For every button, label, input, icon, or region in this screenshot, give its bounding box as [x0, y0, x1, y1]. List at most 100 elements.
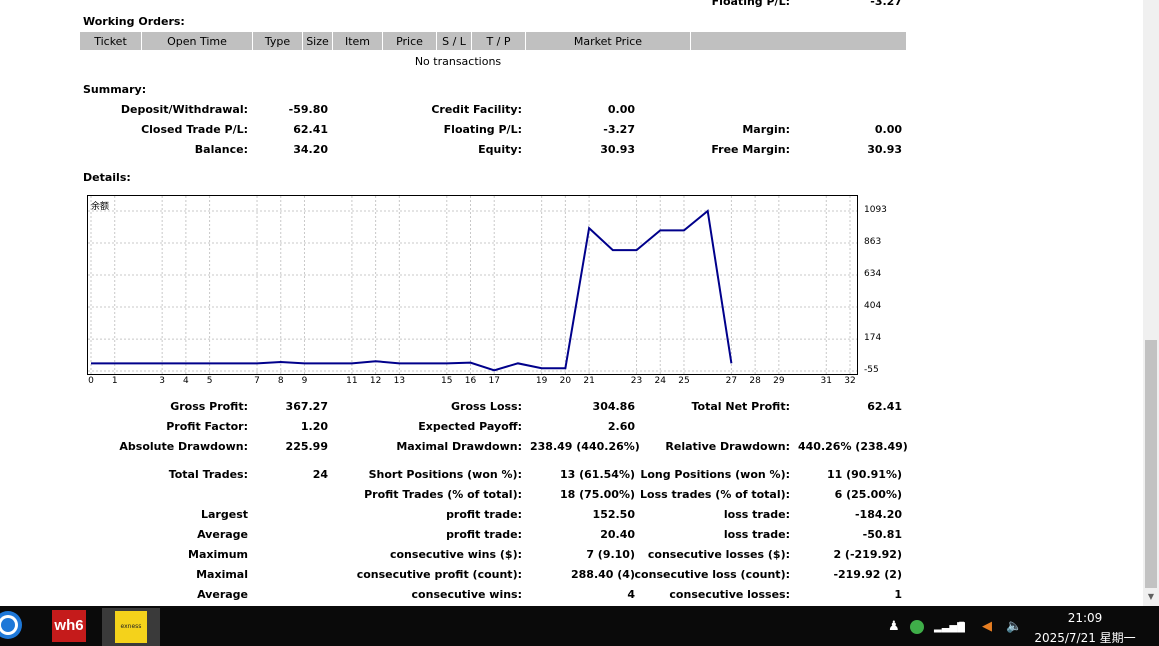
loss-trades-label: Loss trades (% of total): [640, 488, 791, 501]
deposit-label: Deposit/Withdrawal: [120, 103, 248, 116]
y-tick-label: -55 [864, 365, 879, 375]
x-tick-label: 19 [535, 376, 548, 386]
maximal-cons-loss-label: consecutive loss (count): [634, 568, 790, 581]
report-page: Floating P/L: -3.27 Working Orders: Tick… [0, 0, 1143, 606]
avg-loss-value: -50.81 [862, 528, 902, 541]
x-tick-label: 29 [773, 376, 785, 386]
total-trades-value: 24 [312, 468, 328, 481]
notification-icon[interactable]: ◀ [982, 619, 992, 634]
no-transactions-text: No transactions [414, 55, 502, 68]
volume-icon[interactable]: 🔈 [1006, 619, 1022, 634]
gross-loss-label: Gross Loss: [451, 400, 522, 413]
col-type[interactable]: Type [253, 32, 303, 50]
loss-trades-value: 6 (25.00%) [834, 488, 902, 501]
total-net-value: 62.41 [867, 400, 902, 413]
clock-date[interactable]: 2025/7/21 星期一 [1030, 629, 1140, 646]
col-open-time[interactable]: Open Time [142, 32, 253, 50]
avg-cons-wins-value: 4 [627, 588, 635, 601]
largest-loss-label: loss trade: [723, 508, 790, 521]
max-cons-wins-label: consecutive wins ($): [389, 548, 522, 561]
x-tick-label: 27 [725, 376, 738, 386]
x-tick-label: 8 [277, 376, 284, 386]
profit-trades-label: Profit Trades (% of total): [364, 488, 522, 501]
working-orders-title: Working Orders: [83, 15, 185, 28]
col-market-price[interactable]: Market Price [526, 32, 691, 50]
balance-label: Balance: [194, 143, 248, 156]
abs-drawdown-value: 225.99 [285, 440, 328, 453]
x-tick-label: 31 [820, 376, 832, 386]
x-tick-label: 20 [559, 376, 572, 386]
x-tick-label: 25 [678, 376, 690, 386]
total-trades-label: Total Trades: [168, 468, 248, 481]
long-positions-value: 11 (90.91%) [826, 468, 902, 481]
expected-payoff-label: Expected Payoff: [418, 420, 522, 433]
x-tick-label: 24 [654, 376, 666, 386]
gross-profit-value: 367.27 [285, 400, 328, 413]
x-tick-label: 9 [301, 376, 308, 386]
x-tick-label: 4 [183, 376, 189, 386]
tray-app-icon[interactable]: ♟ [888, 619, 900, 634]
col-size[interactable]: Size [303, 32, 333, 50]
gross-profit-label: Gross Profit: [170, 400, 248, 413]
floating-pl-value: -3.27 [603, 123, 635, 136]
x-tick-label: 3 [159, 376, 166, 386]
start-logo-core [1, 618, 15, 632]
taskbar-app-wh6[interactable]: wh6 [52, 610, 86, 642]
max-drawdown-label: Maximal Drawdown: [396, 440, 522, 453]
profit-factor-value: 1.20 [300, 420, 328, 433]
col-price[interactable]: Price [383, 32, 437, 50]
free-margin-label: Free Margin: [711, 143, 790, 156]
taskbar-app-exness[interactable]: exness [115, 611, 147, 643]
expected-payoff-value: 2.60 [607, 420, 635, 433]
largest-profit-label: profit trade: [446, 508, 522, 521]
col-sl[interactable]: S / L [437, 32, 472, 50]
x-tick-label: 1 [111, 376, 118, 386]
avg-cons-losses-label: consecutive losses: [669, 588, 790, 601]
x-tick-label: 23 [630, 376, 643, 386]
max-drawdown-value: 238.49 (440.26%) [530, 440, 640, 453]
col-item[interactable]: Item [333, 32, 383, 50]
maximal-cons-loss-value: -219.92 (2) [833, 568, 902, 581]
x-tick-label: 11 [346, 376, 358, 386]
scroll-down-arrow-icon[interactable]: ▼ [1146, 592, 1156, 602]
col-ticket[interactable]: Ticket [80, 32, 142, 50]
maximal-cons-profit-label: consecutive profit (count): [356, 568, 522, 581]
gross-loss-value: 304.86 [592, 400, 635, 413]
x-tick-label: 15 [441, 376, 453, 386]
largest-loss-value: -184.20 [854, 508, 902, 521]
profit-factor-label: Profit Factor: [166, 420, 248, 433]
x-tick-label: 7 [254, 376, 260, 386]
margin-label: Margin: [742, 123, 790, 136]
avg-cons-wins-label: consecutive wins: [411, 588, 522, 601]
short-positions-label: Short Positions (won %): [368, 468, 522, 481]
top-floating-value: -3.27 [870, 0, 902, 8]
max-cons-losses-value: 2 (-219.92) [833, 548, 902, 561]
free-margin-value: 30.93 [867, 143, 902, 156]
ime-icon[interactable] [910, 620, 924, 634]
col-tp[interactable]: T / P [472, 32, 526, 50]
abs-drawdown-label: Absolute Drawdown: [119, 440, 248, 453]
floating-pl-label: Floating P/L: [443, 123, 522, 136]
x-tick-label: 28 [749, 376, 761, 386]
equity-label: Equity: [478, 143, 522, 156]
clock-time[interactable]: 21:09 [1040, 611, 1130, 625]
average-label: Average [197, 528, 248, 541]
long-positions-label: Long Positions (won %): [640, 468, 790, 481]
y-tick-label: 1093 [864, 205, 887, 215]
battery-icon[interactable]: ▯ [958, 619, 965, 634]
deposit-value: -59.80 [288, 103, 328, 116]
scrollbar-thumb[interactable] [1145, 340, 1157, 588]
x-tick-label: 0 [88, 376, 94, 386]
x-tick-label: 5 [206, 376, 213, 386]
balance-chart: 余额 [87, 195, 858, 375]
x-tick-label: 32 [844, 376, 856, 386]
avg-profit-value: 20.40 [600, 528, 635, 541]
credit-label: Credit Facility: [431, 103, 522, 116]
y-tick-label: 634 [864, 268, 882, 279]
x-tick-label: 12 [369, 376, 382, 386]
equity-value: 30.93 [600, 143, 635, 156]
y-tick-label: 863 [864, 237, 882, 248]
credit-value: 0.00 [607, 103, 635, 116]
x-tick-label: 13 [393, 376, 406, 386]
y-tick-label: 174 [864, 333, 882, 344]
